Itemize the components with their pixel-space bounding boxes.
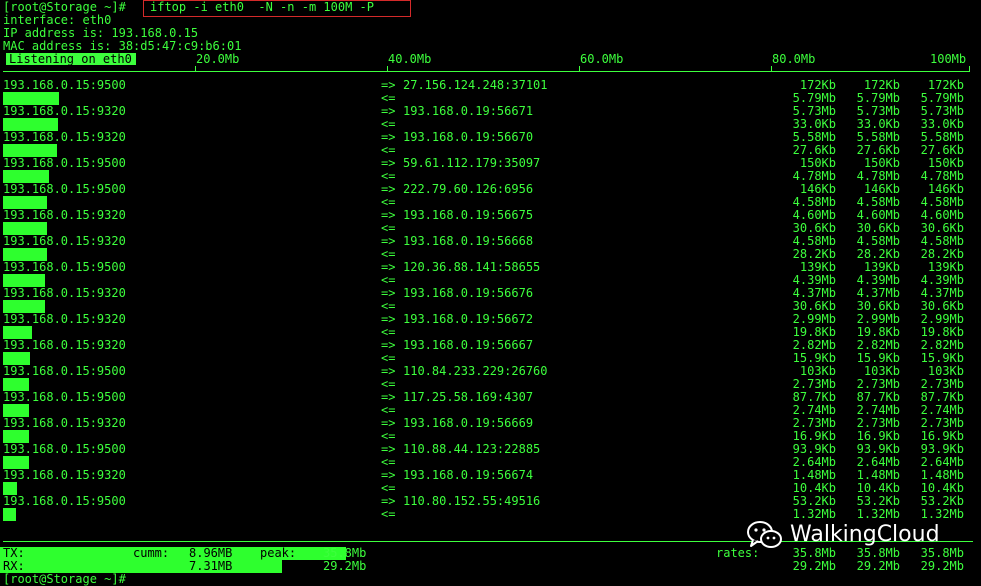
scale-tick-mark	[771, 66, 772, 72]
scale-tick-mark	[579, 66, 580, 72]
source-address: 193.168.0.15:9320	[3, 468, 126, 482]
destination-address: 110.88.44.123:22885	[403, 442, 541, 456]
scale-tick-mark	[387, 66, 388, 72]
terminal-window[interactable]: [root@Storage ~]# iftop -i eth0 -N -n -m…	[0, 0, 981, 586]
inbound-arrow: <=	[381, 507, 396, 521]
command-text: iftop -i eth0 -N -n -m 100M -P	[150, 0, 374, 14]
scale-tick-mark	[195, 66, 196, 72]
destination-address: 193.168.0.19:56670	[403, 130, 534, 144]
source-address: 193.168.0.15:9500	[3, 156, 126, 170]
destination-address: 193.168.0.19:56668	[403, 234, 534, 248]
scale-tick-label: 100Mb	[930, 52, 967, 66]
rx-rate-40s: 29.2Mb	[920, 559, 964, 573]
scale-tick-label: 40.0Mb	[388, 52, 432, 66]
destination-address: 193.168.0.19:56671	[403, 104, 534, 118]
destination-address: 193.168.0.19:56672	[403, 312, 534, 326]
destination-address: 222.79.60.126:6956	[403, 182, 534, 196]
destination-address: 110.84.233.229:26760	[403, 364, 548, 378]
scale-tick-mark	[969, 66, 970, 72]
scale-axis-line	[3, 71, 970, 72]
source-address: 193.168.0.15:9500	[3, 364, 126, 378]
destination-address: 193.168.0.19:56676	[403, 286, 534, 300]
source-address: 193.168.0.15:9320	[3, 104, 126, 118]
scale-tick-label: 20.0Mb	[196, 52, 240, 66]
rx-rate-10s: 29.2Mb	[856, 559, 900, 573]
rx-rate-2s: 29.2Mb	[792, 559, 836, 573]
destination-address: 117.25.58.169:4307	[403, 390, 534, 404]
destination-address: 27.156.124.248:37101	[403, 78, 548, 92]
scale-tick-label: 60.0Mb	[580, 52, 624, 66]
destination-address: 193.168.0.19:56669	[403, 416, 534, 430]
watermark: WalkingCloud	[747, 519, 940, 551]
source-address: 193.168.0.15:9500	[3, 182, 126, 196]
destination-address: 110.80.152.55:49516	[403, 494, 541, 508]
source-address: 193.168.0.15:9320	[3, 234, 126, 248]
source-address: 193.168.0.15:9500	[3, 260, 126, 274]
source-address: 193.168.0.15:9320	[3, 312, 126, 326]
source-address: 193.168.0.15:9500	[3, 494, 126, 508]
wechat-logo-icon	[747, 520, 783, 550]
source-address: 193.168.0.15:9500	[3, 78, 126, 92]
source-address: 193.168.0.15:9320	[3, 208, 126, 222]
bottom-shell-prompt: [root@Storage ~]#	[3, 572, 126, 586]
source-address: 193.168.0.15:9500	[3, 390, 126, 404]
rx-cumm-value: 7.31MB	[189, 559, 233, 573]
destination-address: 193.168.0.19:56674	[403, 468, 534, 482]
destination-address: 59.61.112.179:35097	[403, 156, 541, 170]
watermark-text: WalkingCloud	[790, 522, 940, 547]
destination-address: 193.168.0.19:56675	[403, 208, 534, 222]
source-address: 193.168.0.15:9320	[3, 416, 126, 430]
scale-tick-label: 80.0Mb	[772, 52, 816, 66]
source-address: 193.168.0.15:9320	[3, 338, 126, 352]
source-address: 193.168.0.15:9320	[3, 286, 126, 300]
source-address: 193.168.0.15:9500	[3, 442, 126, 456]
listening-label: Listening on eth0	[6, 53, 136, 65]
destination-address: 193.168.0.19:56667	[403, 338, 534, 352]
source-address: 193.168.0.15:9320	[3, 130, 126, 144]
peak-label: peak:	[260, 546, 297, 560]
destination-address: 120.36.88.141:58655	[403, 260, 541, 274]
cumm-label: cumm:	[133, 546, 170, 560]
rx-peak-value: 29.2Mb	[323, 559, 367, 573]
